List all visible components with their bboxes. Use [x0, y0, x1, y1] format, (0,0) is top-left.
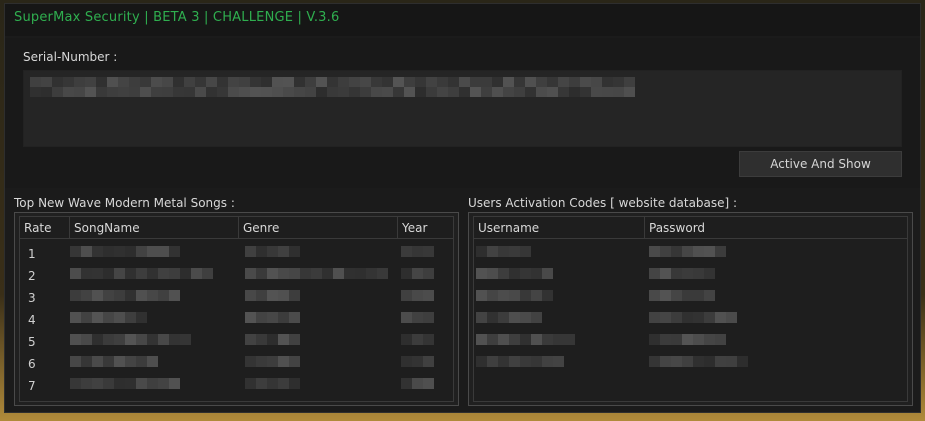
redacted-text — [476, 290, 553, 301]
users-table-header: Username Password — [474, 217, 907, 239]
col-password[interactable]: Password — [645, 217, 907, 239]
redacted-text — [476, 312, 542, 323]
col-username[interactable]: Username — [474, 217, 645, 239]
redacted-text — [245, 312, 300, 323]
redacted-text — [649, 334, 726, 345]
redacted-text — [30, 87, 635, 97]
redacted-text — [401, 246, 434, 257]
redacted-text — [649, 356, 748, 367]
redacted-text — [401, 312, 434, 323]
title-bar[interactable]: SuperMax Security | BETA 3 | CHALLENGE |… — [5, 4, 920, 36]
users-table[interactable]: Username Password — [468, 212, 913, 406]
redacted-text — [245, 246, 300, 257]
redacted-text — [70, 334, 191, 345]
redacted-text — [401, 268, 434, 279]
app-window: SuperMax Security | BETA 3 | CHALLENGE |… — [4, 3, 921, 413]
window-title: SuperMax Security | BETA 3 | CHALLENGE |… — [14, 10, 340, 25]
active-and-show-button[interactable]: Active And Show — [739, 151, 902, 177]
redacted-text — [70, 290, 180, 301]
song-rate-cell: 4 — [28, 313, 36, 327]
redacted-text — [70, 246, 180, 257]
redacted-text — [70, 356, 158, 367]
serial-number-label: Serial-Number : — [23, 50, 118, 64]
redacted-text — [401, 356, 434, 367]
songs-table[interactable]: Rate SongName Genre Year 1 2 3 4 5 6 7 — [14, 212, 459, 406]
users-table-label: Users Activation Codes [ website databas… — [468, 196, 738, 210]
song-rate-cell: 7 — [28, 379, 36, 393]
redacted-text — [476, 356, 564, 367]
redacted-text — [476, 246, 531, 257]
redacted-text — [401, 378, 434, 389]
redacted-text — [30, 77, 635, 87]
redacted-text — [401, 334, 434, 345]
redacted-text — [649, 246, 726, 257]
serial-number-field[interactable] — [23, 70, 902, 147]
col-genre[interactable]: Genre — [239, 217, 398, 239]
song-rate-cell: 6 — [28, 357, 36, 371]
songs-table-header: Rate SongName Genre Year — [20, 217, 453, 239]
redacted-text — [649, 290, 715, 301]
redacted-text — [401, 290, 434, 301]
redacted-text — [70, 312, 147, 323]
redacted-text — [70, 268, 213, 279]
redacted-text — [245, 334, 300, 345]
redacted-text — [649, 268, 715, 279]
redacted-text — [649, 312, 737, 323]
song-rate-cell: 5 — [28, 335, 36, 349]
col-rate[interactable]: Rate — [20, 217, 70, 239]
col-year[interactable]: Year — [398, 217, 453, 239]
songs-table-label: Top New Wave Modern Metal Songs : — [14, 196, 235, 210]
redacted-text — [245, 356, 300, 367]
redacted-text — [476, 334, 575, 345]
song-rate-cell: 1 — [28, 247, 36, 261]
redacted-text — [245, 290, 300, 301]
redacted-text — [476, 268, 553, 279]
redacted-text — [245, 268, 388, 279]
song-rate-cell: 2 — [28, 269, 36, 283]
redacted-text — [70, 378, 180, 389]
redacted-text — [245, 378, 300, 389]
song-rate-cell: 3 — [28, 291, 36, 305]
col-songname[interactable]: SongName — [70, 217, 239, 239]
serial-panel: Serial-Number : Active And Show — [5, 38, 920, 188]
